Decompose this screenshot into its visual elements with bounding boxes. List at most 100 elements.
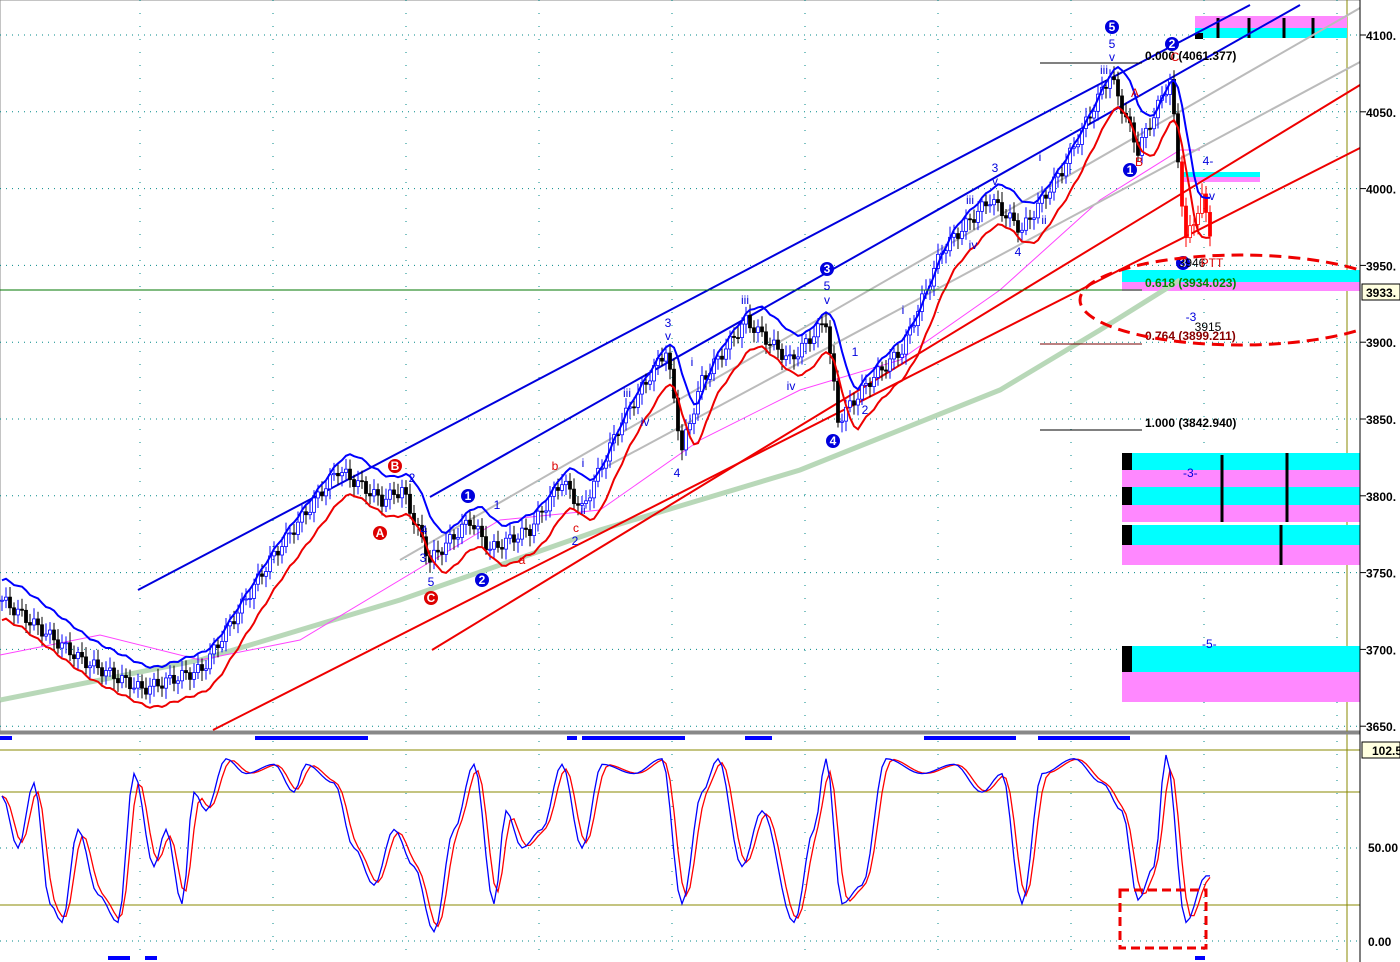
wave-label: iv [787,379,796,393]
candle-body [784,355,788,360]
candle-body [1064,162,1068,177]
candle-body [100,667,104,677]
candle-body [984,201,988,207]
candle-body [152,678,156,687]
wave-label: v [1109,50,1115,64]
wave-circle-label: 3 [824,262,831,276]
candle-body [288,532,292,535]
candle-body [852,400,856,406]
candle-body [56,639,60,649]
candle-body [40,624,44,637]
candle-body [332,472,336,476]
wave-label: i [691,355,694,369]
candle-body [1104,86,1108,89]
candle-body [816,323,820,338]
candle-body [248,598,252,600]
price-chart[interactable]: 0.000 (4061.377) 0.618 (3934.023) 0.764 … [0,0,1400,962]
candle-body [132,687,136,690]
candle-body [912,325,916,328]
candle-body [480,525,484,538]
wave-label: v [824,293,830,307]
wave-label: 4- [1203,154,1214,168]
candle-body [180,670,184,682]
candle-body [188,672,192,680]
wave-label: 2 [409,471,416,485]
candle-body [96,659,100,669]
candle-body [836,380,840,423]
signal-bar [1038,736,1130,740]
wave-label: i [582,456,585,470]
wave-label: ii [1041,213,1046,227]
candle-body [968,218,972,221]
candle-body [1076,144,1080,148]
wave-label: iv [641,415,650,429]
signal-bar [582,736,685,740]
candle-body [796,356,800,360]
candle-body [1000,202,1004,217]
y-tick-label: 3800. [1366,490,1396,504]
candle-body [692,413,696,424]
wave-label: iii [966,193,974,207]
wave-label: 5 [428,575,435,589]
candle-body [980,201,984,212]
candle-body [476,525,480,530]
candle-body [304,511,308,516]
signal-bar [567,736,577,740]
candle-body [84,656,88,669]
candle-body [296,521,300,535]
candle-body [444,542,448,555]
candle-body [456,537,460,540]
candle-body [380,494,384,507]
candle-body [1116,79,1120,97]
candle-body [68,642,72,656]
oversold-highlight-box [1118,888,1208,950]
wave-label: C [1171,50,1180,64]
wave-label: i [902,303,905,317]
candle-body [148,685,152,695]
candle-body [732,335,736,338]
zone-block [1122,505,1360,522]
candle-body [72,654,76,660]
candle-body [44,633,48,637]
candle-body [464,519,468,525]
candle-body [824,323,828,328]
candle-body [232,621,236,625]
zone-block [1122,470,1360,487]
candle-body [1032,217,1036,220]
candle-body [884,369,888,372]
wave-label: 3 [420,551,427,565]
candle-body [112,667,116,679]
candle-body [512,534,516,543]
wave-label: 4 [674,466,681,480]
fib-label-1000: 1.000 (3842.940) [1145,416,1236,430]
target-ellipse [1078,253,1400,347]
candle-body [684,429,688,451]
candle-body [468,519,472,526]
y-tick-label: 3650. [1366,720,1396,734]
candle-body [492,541,496,550]
fib-label-618: 0.618 (3934.023) [1145,276,1236,290]
candle-body [804,338,808,344]
candle-body [516,538,520,543]
candle-body [20,608,24,611]
candle-body [828,326,832,355]
y-tick-label: 3850. [1366,413,1396,427]
last-price-label: 3933. [1366,286,1396,300]
candle-body [8,596,12,609]
candle-body [352,479,356,487]
candle-body [1184,205,1188,239]
candle-body [776,339,780,350]
candle-body [1008,212,1012,219]
wave-label: iii [1100,63,1108,77]
candle-body [24,609,28,623]
trend-line [431,84,1361,651]
candle-body [344,468,348,473]
candle-body [848,400,852,408]
candle-body [544,510,548,513]
fib-label-0: 0.000 (4061.377) [1145,49,1236,63]
candle-body [168,674,172,679]
candle-body [572,488,576,505]
candle-body [772,339,776,345]
candle-body [356,480,360,487]
wave-circle-label: B [391,459,400,473]
